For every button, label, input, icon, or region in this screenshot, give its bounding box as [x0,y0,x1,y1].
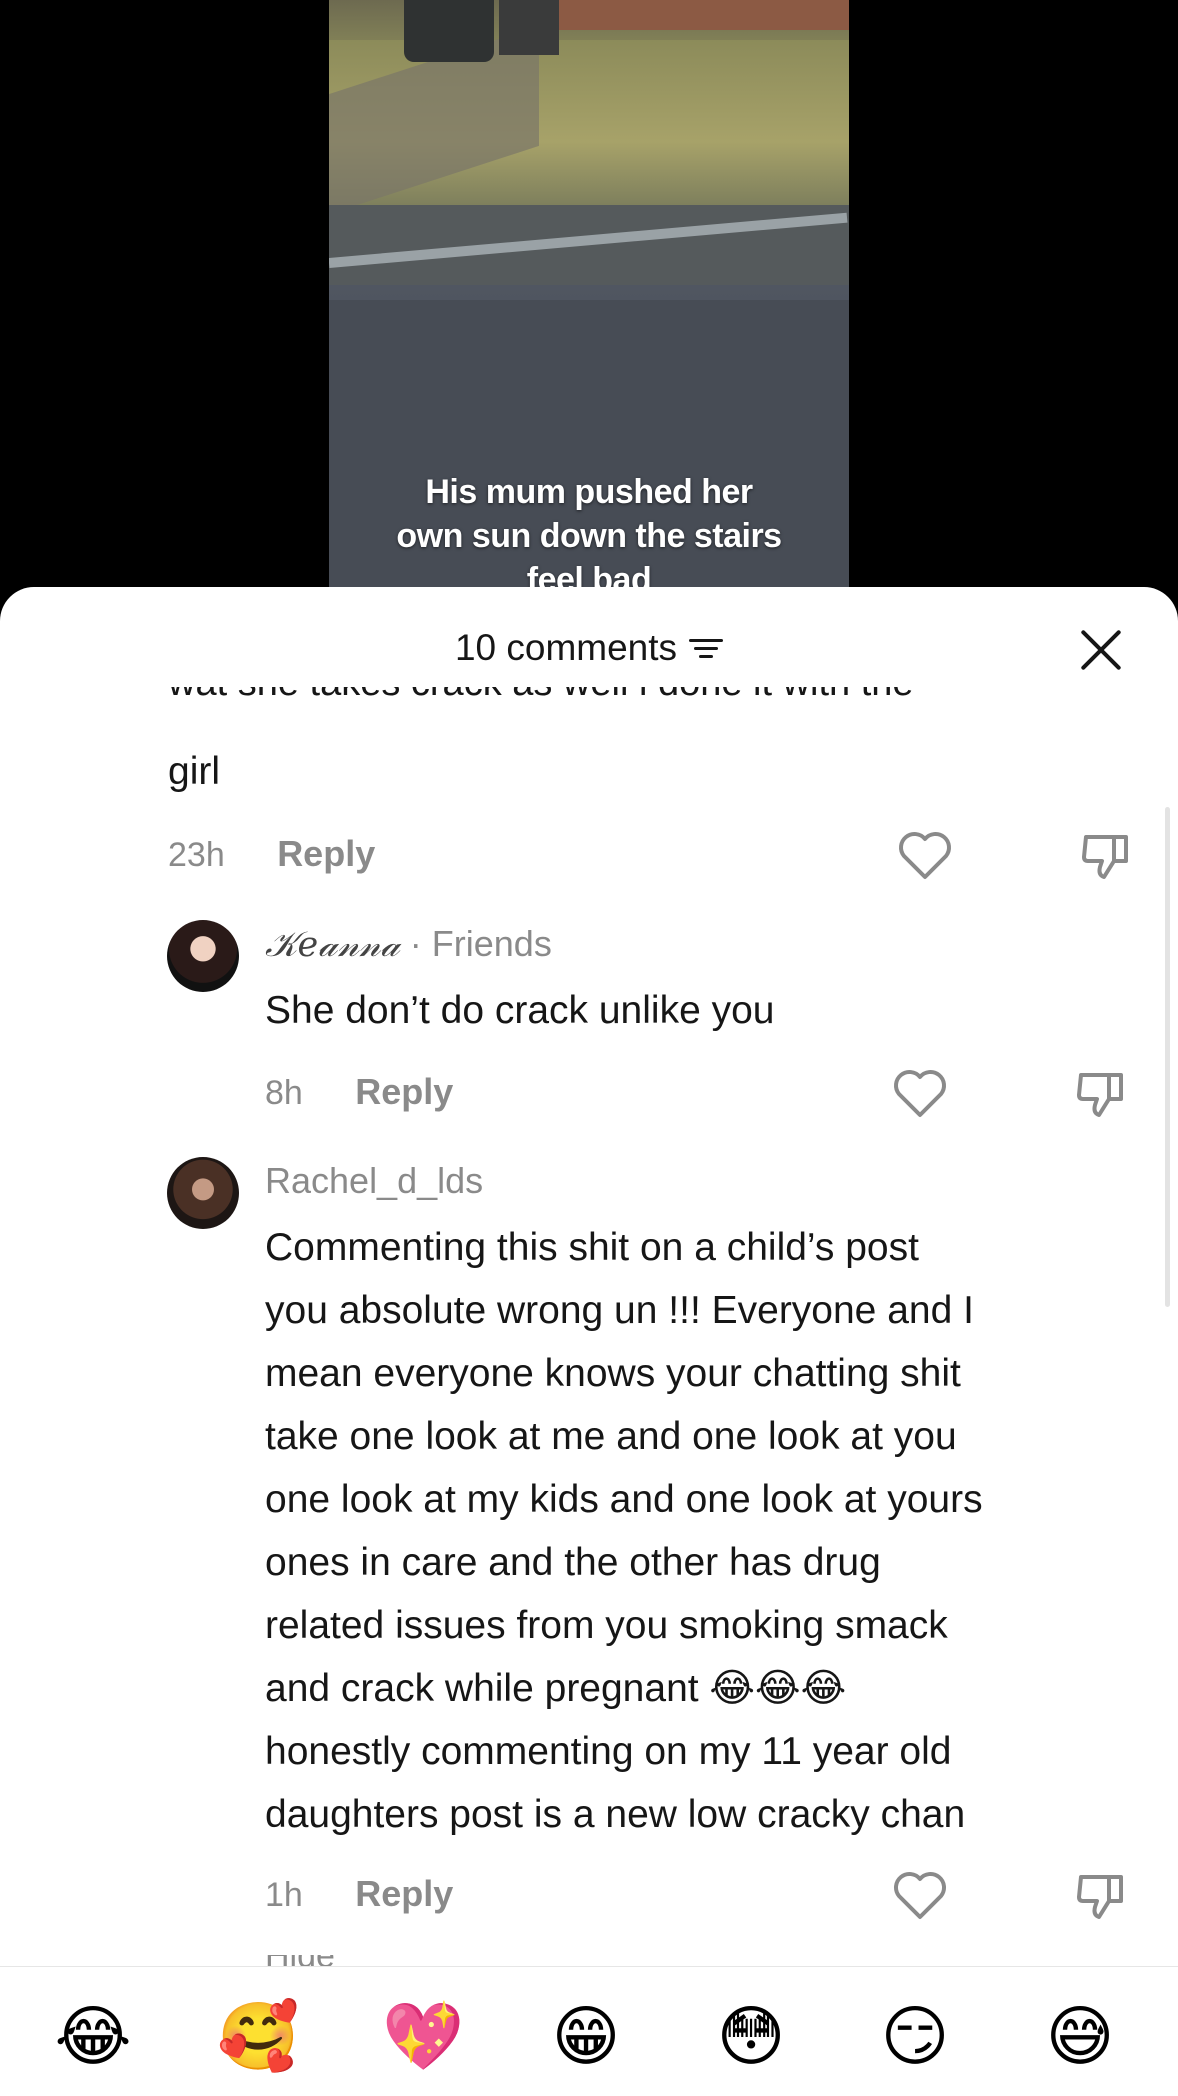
filter-icon[interactable] [689,635,724,661]
sweat-smile-emoji-icon[interactable]: 😅 [1040,1997,1120,2077]
comment-1-text-cut: wat she takes crack as well i done it wi… [168,687,914,715]
comment-3-username[interactable]: Rachel_d_lds [265,1160,483,1202]
comment-count-label: 10 comments [454,627,678,668]
sparkling-heart-emoji-icon[interactable]: 💖 [382,1997,464,2077]
video-brick-wall [559,0,849,30]
comment-1-text-end: girl [168,750,221,793]
emoji-quick-bar: 😂 🥰 💖 😁 😳 😏 😅 [0,1966,1178,2096]
comment-3-line: ones in care and the other has drug [265,1541,881,1584]
comment-2-time: 8h [265,1074,303,1112]
sheet-header: 10 comments [0,587,1178,697]
avatar[interactable] [167,1157,239,1229]
joy-emoji-icon[interactable]: 😂 [53,1997,133,2077]
comment-3-line: related issues from you smoking smack [265,1604,948,1647]
comment-2-relation: · Friends [409,923,552,964]
comment-3-meta: 1h Reply [265,1873,453,1915]
comment-3-line: and crack while pregnant 😂😂😂 [265,1667,847,1710]
comment-3-line: Commenting this shit on a child’s post [265,1226,919,1269]
smiling-hearts-emoji-icon[interactable]: 🥰 [217,1997,299,2077]
heart-icon[interactable] [893,1871,947,1921]
comment-3-line: daughters post is a new low cracky chan [265,1793,966,1836]
comment-3-line: you absolute wrong un !!! Everyone and I [265,1289,974,1332]
caption-line-2: own sun down the stairs [396,517,782,555]
comment-2-username[interactable]: 𝒦𝑒𝒶𝓃𝓃𝒶 [265,925,400,965]
dislike-icon[interactable] [1080,831,1134,881]
grin-emoji-icon[interactable]: 😁 [546,1997,626,2077]
comment-1-meta: 23h Reply [168,833,375,875]
smirk-emoji-icon[interactable]: 😏 [875,1997,955,2077]
comment-2-reply-button[interactable]: Reply [355,1071,453,1112]
caption-line-3: feel bad [526,561,652,588]
close-icon[interactable] [1078,627,1124,673]
comment-3-line: one look at my kids and one look at your… [265,1478,983,1521]
flushed-emoji-icon[interactable]: 😳 [711,1997,791,2077]
dislike-icon[interactable] [1075,1871,1129,1921]
comment-3-text: Commenting this shit on a child’s post y… [265,1216,1145,1846]
comment-2-username-row: 𝒦𝑒𝒶𝓃𝓃𝒶 · Friends [265,923,552,965]
comment-3-line: take one look at me and one look at you [265,1415,957,1458]
heart-icon[interactable] [898,831,952,881]
comment-2-text: She don’t do crack unlike you [265,989,775,1032]
comment-3-time: 1h [265,1876,303,1914]
comment-2-meta: 8h Reply [265,1071,453,1113]
comment-3-reply-button[interactable]: Reply [355,1873,453,1914]
video-bin [404,0,494,62]
comment-1-reply-button[interactable]: Reply [277,833,375,874]
comment-count[interactable]: 10 comments [0,627,1178,669]
caption-line-1: His mum pushed her [425,473,753,511]
comment-3-line: mean everyone knows your chatting shit [265,1352,961,1395]
scrollbar[interactable] [1165,807,1170,1307]
comment-1-time: 23h [168,836,225,874]
video-bin-2 [499,0,559,55]
heart-icon[interactable] [893,1069,947,1119]
comment-3-line: honestly commenting on my 11 year old [265,1730,952,1773]
avatar[interactable] [167,920,239,992]
dislike-icon[interactable] [1075,1069,1129,1119]
video-caption: His mum pushed her own sun down the stai… [329,470,849,588]
comments-sheet: 10 comments wat she takes crack as well … [0,587,1178,2096]
